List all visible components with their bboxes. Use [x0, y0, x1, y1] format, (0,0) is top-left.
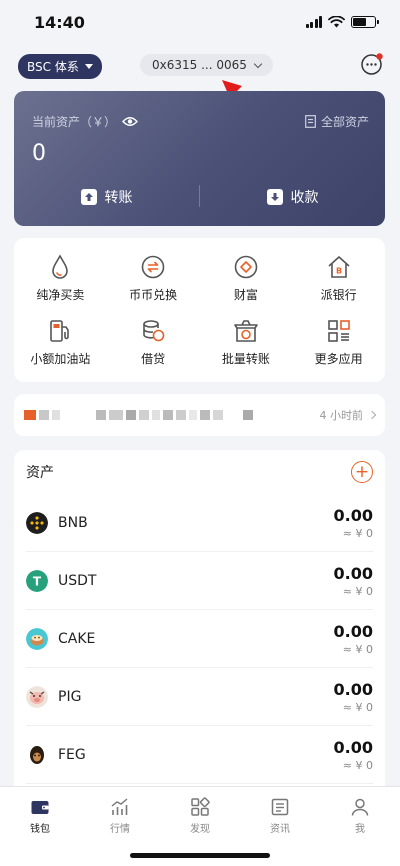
token-balance: 0.00 [333, 621, 373, 641]
news-icon [271, 798, 289, 816]
drop-icon [52, 254, 69, 279]
add-token-button[interactable]: + [351, 461, 373, 483]
token-fiat-value: ≈ ¥ 0 [342, 642, 373, 656]
receive-button[interactable]: 收款 [200, 187, 385, 207]
usdt-logo-icon: T [26, 569, 48, 592]
message-icon[interactable] [360, 52, 384, 76]
tab-wallet[interactable]: 钱包 [0, 787, 80, 866]
apps-icon [327, 320, 350, 342]
token-fiat-value: ≈ ¥ 0 [342, 758, 373, 772]
token-row-cake[interactable]: CAKE 0.00 ≈ ¥ 0 [26, 610, 373, 668]
token-balance: 0.00 [333, 563, 373, 583]
all-assets-link[interactable]: 全部资产 [305, 113, 369, 130]
wifi-icon [328, 16, 345, 28]
tab-profile[interactable]: 我 [320, 787, 400, 866]
status-time: 14:40 [34, 12, 85, 32]
news-ticker[interactable]: 4 小时前 [14, 394, 385, 436]
diamond-icon [234, 255, 258, 279]
swap-icon [141, 255, 165, 279]
bnb-logo-icon [26, 511, 48, 534]
battery-icon [351, 16, 379, 28]
gas-station-icon [50, 320, 70, 342]
eye-icon[interactable] [122, 116, 138, 127]
quick-item-batch-transfer[interactable]: 批量转账 [200, 318, 293, 380]
token-symbol: PIG [58, 688, 82, 705]
quick-item-wealth[interactable]: 财富 [200, 254, 293, 316]
token-balance: 0.00 [333, 737, 373, 757]
token-symbol: BNB [58, 514, 88, 531]
wallet-address-selector[interactable]: 0x6315 ... 0065 [140, 54, 273, 76]
token-row-pig[interactable]: PIG 0.00 ≈ ¥ 0 [26, 668, 373, 726]
profile-icon [351, 798, 369, 816]
upload-arrow-icon [80, 189, 97, 205]
caret-down-icon [84, 63, 93, 69]
token-symbol: USDT [58, 572, 97, 589]
coins-icon [143, 320, 165, 342]
token-fiat-value: ≈ ¥ 0 [342, 526, 373, 540]
wallet-icon [31, 801, 49, 814]
quick-item-pure-trade[interactable]: 纯净买卖 [14, 254, 107, 316]
token-balance: 0.00 [333, 679, 373, 699]
bottom-tab-bar: 钱包 行情 发现 资讯 我 [0, 786, 400, 866]
token-row-feg[interactable]: FEG 0.00 ≈ ¥ 0 [26, 726, 373, 784]
pig-logo-icon [26, 685, 48, 708]
token-fiat-value: ≈ ¥ 0 [342, 584, 373, 598]
svg-text:T: T [33, 574, 42, 588]
status-icons [305, 16, 379, 28]
token-row-usdt[interactable]: T USDT 0.00 ≈ ¥ 0 [26, 552, 373, 610]
token-symbol: FEG [58, 746, 86, 763]
document-icon [305, 115, 316, 128]
quick-actions-grid: 纯净买卖 币币兑换 财富 B 派银行 小额加油站 借贷 批量转账 更多应用 [14, 238, 385, 382]
asset-list: 资产 + BNB 0.00 ≈ ¥ 0 T USDT 0.00 ≈ ¥ 0 CA… [14, 450, 385, 790]
current-assets-label: 当前资产（￥） [32, 113, 138, 130]
quick-item-more-apps[interactable]: 更多应用 [292, 318, 385, 380]
wallet-address: 0x6315 ... 0065 [152, 58, 247, 72]
signal-icon [305, 16, 322, 28]
top-bar: BSC 体系 0x6315 ... 0065 [0, 44, 400, 88]
cake-logo-icon [26, 627, 48, 650]
quick-item-lending[interactable]: 借贷 [107, 318, 200, 380]
bank-icon: B [328, 256, 350, 278]
quick-item-pi-bank[interactable]: B 派银行 [292, 254, 385, 316]
token-fiat-value: ≈ ¥ 0 [342, 700, 373, 714]
transfer-button[interactable]: 转账 [14, 187, 199, 207]
feg-logo-icon [26, 743, 48, 766]
quick-item-swap[interactable]: 币币兑换 [107, 254, 200, 316]
chain-label: BSC 体系 [27, 59, 79, 74]
chevron-down-icon [253, 59, 263, 68]
svg-text:B: B [336, 267, 342, 276]
discover-icon [191, 797, 210, 816]
total-asset-amount: 0 [32, 141, 46, 166]
batch-box-icon [234, 320, 258, 342]
redacted-news-text [24, 410, 253, 420]
news-time: 4 小时前 [320, 407, 377, 423]
token-row-bnb[interactable]: BNB 0.00 ≈ ¥ 0 [26, 494, 373, 552]
download-arrow-icon [266, 189, 283, 205]
asset-list-title: 资产 [26, 465, 54, 481]
token-symbol: CAKE [58, 630, 96, 647]
home-indicator [130, 853, 270, 858]
chart-icon [111, 798, 128, 815]
asset-overview-card: 当前资产（￥） 全部资产 0 转账 收款 [14, 91, 385, 226]
quick-item-gas-station[interactable]: 小额加油站 [14, 318, 107, 380]
chain-selector[interactable]: BSC 体系 [18, 53, 102, 79]
token-balance: 0.00 [333, 505, 373, 525]
chevron-right-icon [367, 410, 377, 420]
status-bar: 14:40 [0, 0, 400, 44]
